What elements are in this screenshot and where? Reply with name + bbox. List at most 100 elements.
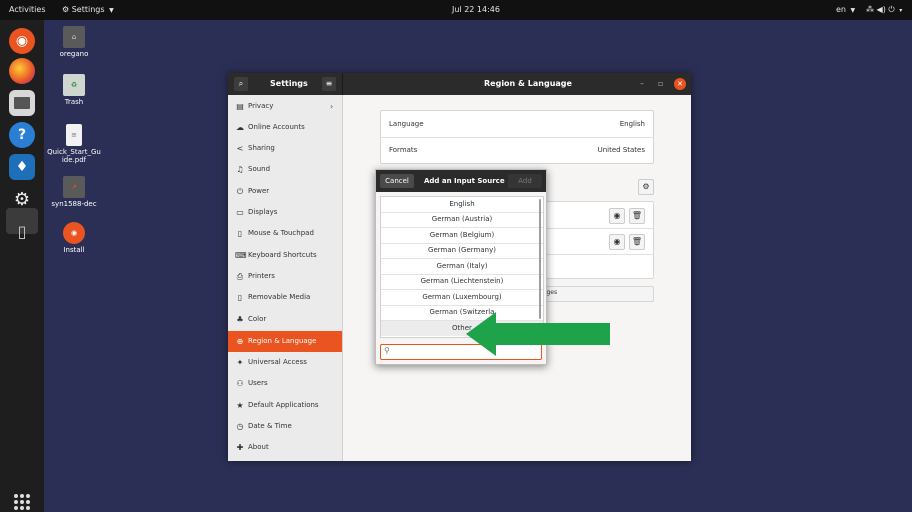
language-value: English (619, 120, 645, 128)
list-item[interactable]: German (Luxembourg) (381, 290, 543, 306)
usb-icon: ▯ (237, 293, 243, 302)
list-item[interactable]: German (Italy) (381, 259, 543, 275)
sidebar-item-sharing[interactable]: < Sharing (228, 138, 342, 159)
sidebar-item-keyboard-shortcuts[interactable]: ⌨ Keyboard Shortcuts (228, 245, 342, 266)
menu-icon[interactable]: ≡ (322, 77, 336, 91)
info-icon: ✚ (236, 443, 244, 452)
sidebar-item-label: Sound (248, 165, 271, 173)
input-options-gear-icon[interactable]: ⚙ (638, 179, 654, 195)
volume-icon: ◀) (876, 5, 886, 14)
add-button[interactable]: Add (508, 174, 542, 188)
green-arrow-annotation (466, 312, 610, 356)
sidebar-item-mouse-touchpad[interactable]: ▯ Mouse & Touchpad (228, 223, 342, 244)
gear-icon: ⚙ (62, 5, 70, 14)
files-icon[interactable] (9, 90, 35, 116)
sidebar-item-privacy[interactable]: ▤ Privacy › (228, 96, 342, 117)
sidebar-item-label: Printers (248, 272, 275, 280)
clock[interactable]: Jul 22 14:46 (452, 0, 500, 20)
app-menu-label: Settings (71, 5, 105, 14)
top-bar: Activities ⚙ Settings ▼ Jul 22 14:46 en … (0, 0, 912, 20)
sidebar-item-label: Region & Language (248, 337, 317, 345)
settings-icon[interactable]: ⚙ (9, 186, 35, 212)
eye-icon[interactable]: ◉ (609, 234, 625, 250)
desktop-icon-label: oregano (59, 50, 89, 58)
star-icon: ★ (236, 401, 244, 410)
formats-row[interactable]: Formats United States (381, 137, 653, 163)
sidebar-item-label: Keyboard Shortcuts (248, 251, 317, 259)
desktop-icon-syn1588[interactable]: ↗ syn1588-dec (44, 176, 104, 208)
list-scrollbar[interactable] (539, 199, 541, 319)
language-formats-card: Language English Formats United States (380, 110, 654, 164)
formats-label: Formats (389, 146, 418, 154)
sidebar-item-displays[interactable]: ▭ Displays (228, 202, 342, 223)
list-item[interactable]: German (Belgium) (381, 228, 543, 244)
users-icon: ⚇ (236, 379, 244, 388)
activities-button[interactable]: Activities (9, 0, 46, 20)
show-applications-icon[interactable] (14, 494, 30, 510)
sidebar-item-label: Power (248, 187, 270, 195)
sidebar-item-printers[interactable]: ⎙ Printers (228, 266, 342, 287)
sidebar-item-about[interactable]: ✚ About (228, 437, 342, 458)
trash-icon: ♻ (63, 74, 85, 96)
printer-icon: ⎙ (236, 272, 244, 281)
power-icon: ⏻ (236, 187, 244, 196)
close-icon[interactable]: ✕ (674, 78, 686, 90)
desktop-icon-label: syn1588-dec (51, 200, 97, 208)
sidebar-item-date-time[interactable]: ◷ Date & Time (228, 416, 342, 437)
sidebar-item-removable-media[interactable]: ▯ Removable Media (228, 287, 342, 308)
app-menu[interactable]: ⚙ Settings ▼ (62, 0, 114, 20)
language-row[interactable]: Language English (381, 111, 653, 138)
sidebar: ▤ Privacy › ☁ Online Accounts < Sharing … (228, 95, 343, 461)
eye-icon[interactable]: ◉ (609, 208, 625, 224)
sidebar-item-power[interactable]: ⏻ Power (228, 181, 342, 202)
desktop-icon-label: Install (63, 246, 85, 254)
sidebar-item-color[interactable]: ♣ Color (228, 309, 342, 330)
music-note-icon: ♫ (236, 165, 244, 174)
list-item[interactable]: German (Germany) (381, 243, 543, 259)
sidebar-item-label: Date & Time (248, 422, 292, 430)
dock: ◉ ? ♦ ⚙ ▯ (0, 20, 44, 512)
sidebar-item-users[interactable]: ⚇ Users (228, 373, 342, 394)
formats-value: United States (597, 146, 645, 154)
help-icon[interactable]: ? (9, 122, 35, 148)
list-item[interactable]: German (Liechtenstein) (381, 274, 543, 290)
maximize-icon[interactable]: ▫ (658, 73, 663, 95)
home-folder-icon: ⌂ (63, 26, 85, 48)
language-indicator[interactable]: en ▼ (836, 0, 855, 20)
app-icon[interactable]: ♦ (9, 154, 35, 180)
cancel-button[interactable]: Cancel (380, 174, 414, 188)
chevron-right-icon: › (330, 102, 334, 111)
panel-title: Region & Language (484, 79, 572, 88)
sidebar-item-default-applications[interactable]: ★ Default Applications (228, 395, 342, 416)
window-header: ⌕ Settings ≡ Region & Language – ▫ ✕ (228, 73, 691, 95)
install-icon: ◉ (63, 222, 85, 244)
dialog-title: Add an Input Source (424, 177, 505, 185)
usb-drive-icon[interactable]: ▯ (9, 218, 35, 244)
desktop-icon-oregano[interactable]: ⌂ oregano (44, 26, 104, 58)
firefox-icon[interactable] (9, 58, 35, 84)
trash-icon[interactable]: 🗑 (629, 208, 645, 224)
sidebar-item-region-language[interactable]: ⊕ Region & Language (228, 331, 342, 352)
sidebar-item-sound[interactable]: ♫ Sound (228, 159, 342, 180)
minimize-icon[interactable]: – (640, 73, 644, 95)
search-icon: ⚲ (384, 346, 390, 355)
ubuntu-software-icon[interactable]: ◉ (9, 28, 35, 54)
sidebar-item-label: Color (248, 315, 267, 323)
desktop-icon-trash[interactable]: ♻ Trash (44, 74, 104, 106)
desktop-icon-quick-start[interactable]: ≡ Quick_Start_Guide.pdf (44, 124, 104, 164)
sidebar-item-label: Displays (248, 208, 278, 216)
desktop-icon-label: Quick_Start_Guide.pdf (47, 148, 101, 164)
chevron-down-icon: ▼ (850, 7, 856, 14)
trash-icon[interactable]: 🗑 (629, 234, 645, 250)
list-item[interactable]: English (381, 197, 543, 213)
search-icon[interactable]: ⌕ (234, 77, 248, 91)
sidebar-item-label: Removable Media (248, 293, 311, 301)
sidebar-item-universal-access[interactable]: ✦ Universal Access (228, 352, 342, 373)
list-item[interactable]: German (Austria) (381, 212, 543, 228)
sidebar-item-label: Mouse & Touchpad (248, 229, 314, 237)
system-menu[interactable]: ⁂ ◀) ⏻ ▾ (866, 0, 902, 20)
desktop-icon-install[interactable]: ◉ Install (44, 222, 104, 254)
sidebar-item-label: Sharing (248, 144, 275, 152)
privacy-icon: ▤ (236, 102, 244, 111)
sidebar-item-online-accounts[interactable]: ☁ Online Accounts (228, 117, 342, 138)
